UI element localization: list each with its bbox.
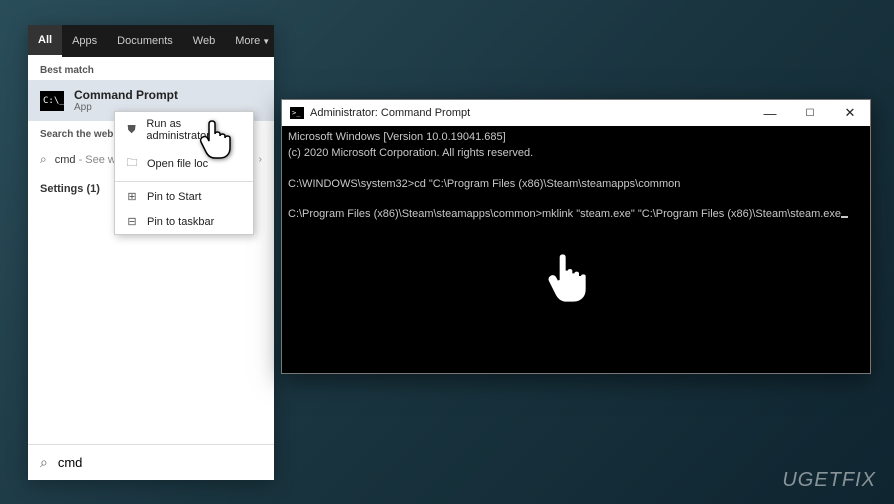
search-input[interactable] xyxy=(58,455,262,470)
menu-item-label: Open file loc xyxy=(147,158,208,170)
menu-item-label: Pin to taskbar xyxy=(147,216,214,228)
windows-search-panel: All Apps Documents Web More ▼ Best match… xyxy=(28,25,274,480)
menu-pin-to-taskbar[interactable]: ⊟ Pin to taskbar xyxy=(115,209,253,234)
terminal-line: (c) 2020 Microsoft Corporation. All righ… xyxy=(288,147,533,159)
minimize-button[interactable]: — xyxy=(750,100,790,126)
best-match-title: Command Prompt xyxy=(74,88,178,102)
menu-item-label: Run as administrator xyxy=(146,118,243,142)
admin-shield-icon: ⛊ xyxy=(125,124,138,137)
pin-start-icon: ⊞ xyxy=(125,190,139,203)
tab-more[interactable]: More ▼ xyxy=(225,25,280,57)
terminal-line: Microsoft Windows [Version 10.0.19041.68… xyxy=(288,131,506,143)
folder-icon: 🗀 xyxy=(125,154,139,173)
search-icon: ⌕ xyxy=(40,454,48,471)
tab-more-label: More xyxy=(235,35,260,47)
menu-pin-to-start[interactable]: ⊞ Pin to Start xyxy=(115,184,253,209)
cmd-titlebar-icon: >_ xyxy=(290,107,304,119)
menu-item-label: Pin to Start xyxy=(147,191,201,203)
window-titlebar[interactable]: >_ Administrator: Command Prompt — ☐ ✕ xyxy=(282,100,870,126)
tab-all[interactable]: All xyxy=(28,25,62,57)
menu-run-as-administrator[interactable]: ⛊ Run as administrator xyxy=(115,112,253,148)
chevron-down-icon: ▼ xyxy=(262,37,270,46)
panel-filler xyxy=(28,203,274,444)
close-button[interactable]: ✕ xyxy=(830,100,870,126)
watermark: UGETFIX xyxy=(782,469,876,492)
terminal-line: C:\Program Files (x86)\Steam\steamapps\c… xyxy=(288,208,841,220)
search-input-row: ⌕ xyxy=(28,444,274,480)
terminal-cursor xyxy=(841,216,848,218)
pin-taskbar-icon: ⊟ xyxy=(125,215,139,228)
tab-web[interactable]: Web xyxy=(183,25,225,57)
window-title: Administrator: Command Prompt xyxy=(310,107,470,119)
search-icon: ⌕ xyxy=(40,152,47,167)
web-query: cmd xyxy=(55,154,76,166)
best-match-header: Best match xyxy=(28,57,274,80)
context-menu: ⛊ Run as administrator 🗀 Open file loc ⊞… xyxy=(114,111,254,235)
menu-open-file-location[interactable]: 🗀 Open file loc xyxy=(115,148,253,179)
chevron-right-icon: › xyxy=(259,154,262,165)
command-prompt-window: >_ Administrator: Command Prompt — ☐ ✕ M… xyxy=(281,99,871,374)
maximize-button[interactable]: ☐ xyxy=(790,100,830,126)
search-tabs: All Apps Documents Web More ▼ xyxy=(28,25,274,57)
menu-separator xyxy=(115,181,253,182)
terminal-body[interactable]: Microsoft Windows [Version 10.0.19041.68… xyxy=(282,126,870,373)
terminal-line: C:\WINDOWS\system32>cd "C:\Program Files… xyxy=(288,178,680,190)
command-prompt-icon: C:\_ xyxy=(40,91,64,111)
tab-apps[interactable]: Apps xyxy=(62,25,107,57)
tab-documents[interactable]: Documents xyxy=(107,25,183,57)
